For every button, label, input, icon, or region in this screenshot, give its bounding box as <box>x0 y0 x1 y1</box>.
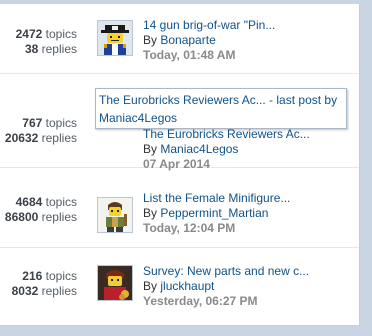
minifig-photo-avatar-icon[interactable] <box>97 265 133 301</box>
forum-stats: 767 topics 20632 replies <box>0 116 77 146</box>
replies-count: 38 <box>24 42 39 56</box>
topics-label: topics <box>45 195 77 209</box>
forum-stats: 216 topics 8032 replies <box>0 269 77 299</box>
topics-label: topics <box>45 269 77 283</box>
by-label: By <box>143 142 158 156</box>
topics-label: topics <box>45 27 77 41</box>
topics-label: topics <box>45 116 77 130</box>
forum-stats: 4684 topics 86800 replies <box>0 195 77 225</box>
topics-count: 216 <box>22 269 43 283</box>
last-post-title-link[interactable]: The Eurobricks Reviewers Ac... <box>143 127 355 142</box>
author-link[interactable]: jluckhaupt <box>160 279 214 293</box>
last-post-title-link[interactable]: Survey: New parts and new c... <box>143 264 355 279</box>
forum-stats: 2472 topics 38 replies <box>0 27 77 57</box>
replies-label: replies <box>41 210 77 224</box>
last-post-info: Survey: New parts and new c... By jluckh… <box>143 264 355 309</box>
last-post-title-link[interactable]: List the Female Minifigure... <box>143 191 355 206</box>
by-label: By <box>143 279 158 293</box>
last-post-by: By jluckhaupt <box>143 279 355 294</box>
author-link[interactable]: Maniac4Legos <box>160 142 238 156</box>
forum-list-panel: 2472 topics 38 replies 14 gun brig-of-wa… <box>0 4 360 326</box>
last-post-title-link[interactable]: 14 gun brig-of-war "Pin... <box>143 18 355 33</box>
replies-label: replies <box>41 42 77 56</box>
topics-count: 4684 <box>15 195 43 209</box>
last-post-timestamp: Today, 01:48 AM <box>143 48 236 62</box>
author-link[interactable]: Peppermint_Martian <box>160 206 268 220</box>
last-post-info: 14 gun brig-of-war "Pin... By Bonaparte … <box>143 18 355 63</box>
replies-label: replies <box>41 131 77 145</box>
forum-row: 4684 topics 86800 replies List the Femal… <box>0 168 359 248</box>
last-post-by: By Peppermint_Martian <box>143 206 355 221</box>
pirate-minifig-icon[interactable] <box>97 20 133 56</box>
replies-count: 86800 <box>4 210 39 224</box>
topics-count: 2472 <box>15 27 43 41</box>
replies-label: replies <box>41 284 77 298</box>
minifig-avatar-icon[interactable] <box>97 197 133 233</box>
by-label: By <box>143 206 158 220</box>
last-post-by: By Maniac4Legos <box>143 142 355 157</box>
author-link[interactable]: Bonaparte <box>160 33 215 47</box>
last-post-by: By Bonaparte <box>143 33 355 48</box>
last-post-timestamp: Today, 12:04 PM <box>143 221 236 235</box>
last-post-tooltip: The Eurobricks Reviewers Ac... - last po… <box>95 88 347 129</box>
replies-count: 20632 <box>4 131 39 145</box>
forum-row: 216 topics 8032 replies Survey: New part… <box>0 248 359 325</box>
forum-row: 2472 topics 38 replies 14 gun brig-of-wa… <box>0 4 359 74</box>
last-post-info: The Eurobricks Reviewers Ac... By Maniac… <box>143 127 355 172</box>
last-post-info: List the Female Minifigure... By Pepperm… <box>143 191 355 236</box>
last-post-timestamp: Yesterday, 06:27 PM <box>143 294 258 308</box>
by-label: By <box>143 33 158 47</box>
replies-count: 8032 <box>11 284 39 298</box>
topics-count: 767 <box>22 116 43 130</box>
